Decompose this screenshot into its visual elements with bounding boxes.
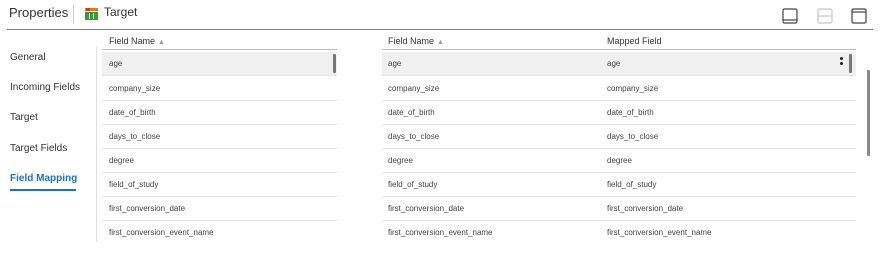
mapped-field-cell[interactable]: days_to_close: [607, 132, 658, 141]
table-row[interactable]: first_conversion_date first_conversion_d…: [382, 197, 856, 221]
header-rule: [7, 29, 873, 30]
field-name-cell: date_of_birth: [388, 108, 435, 117]
field-name-cell: first_conversion_date: [109, 204, 186, 213]
table-row[interactable]: age: [102, 52, 337, 76]
field-name-cell: days_to_close: [388, 132, 440, 141]
panel-top-icon[interactable]: [851, 8, 867, 24]
nav-item-field-mapping[interactable]: Field Mapping: [10, 173, 77, 184]
table-row[interactable]: days_to_close days_to_close: [382, 125, 856, 149]
nav-divider: [96, 47, 97, 242]
target-table-icon: [85, 8, 98, 20]
table-row[interactable]: age age: [382, 52, 856, 76]
field-name-cell: first_conversion_event_name: [109, 228, 214, 237]
field-name-cell: company_size: [109, 84, 161, 93]
right-field-col-header[interactable]: Field Name ▲: [388, 36, 444, 46]
field-name-cell: age: [388, 59, 402, 68]
field-name-cell: date_of_birth: [109, 108, 156, 117]
sort-ascending-icon: ▲: [437, 39, 444, 46]
nav-item-target[interactable]: Target: [10, 112, 38, 123]
right-header-rule: [382, 49, 856, 50]
nav-item-general[interactable]: General: [10, 52, 46, 63]
table-row[interactable]: field_of_study field_of_study: [382, 173, 856, 197]
panel-scrollbar-thumb[interactable]: [867, 70, 870, 156]
right-field-col-header-label: Field Name: [388, 36, 435, 46]
left-col-header-label: Field Name: [109, 36, 156, 46]
field-name-cell: field_of_study: [109, 180, 159, 189]
table-row[interactable]: first_conversion_event_name first_conver…: [382, 221, 856, 245]
object-name: Target: [104, 5, 138, 19]
sort-ascending-icon: ▲: [158, 39, 165, 46]
active-nav-indicator: [10, 189, 76, 191]
right-row-scrollbar-thumb[interactable]: [849, 54, 852, 73]
table-row[interactable]: first_conversion_event_name: [102, 221, 337, 245]
properties-header: Properties Target: [0, 0, 880, 30]
table-row[interactable]: field_of_study: [102, 173, 337, 197]
mapped-field-cell[interactable]: company_size: [607, 84, 658, 93]
left-header-rule: [102, 49, 337, 50]
field-name-cell: company_size: [388, 84, 440, 93]
mapped-field-cell[interactable]: first_conversion_date: [607, 204, 683, 213]
table-row[interactable]: company_size company_size: [382, 77, 856, 101]
panel-single-icon[interactable]: [782, 8, 798, 24]
field-name-cell: days_to_close: [109, 132, 161, 141]
left-col-header[interactable]: Field Name ▲: [109, 36, 165, 46]
mapped-field-cell[interactable]: first_conversion_event_name: [607, 228, 712, 237]
properties-nav: General Incoming Fields Target Target Fi…: [0, 30, 96, 256]
field-name-cell: field_of_study: [388, 180, 438, 189]
field-name-cell: degree: [388, 156, 413, 165]
header-divider: [73, 5, 74, 24]
panel-split-icon[interactable]: [817, 8, 833, 24]
table-row[interactable]: days_to_close: [102, 125, 337, 149]
field-name-cell: age: [109, 59, 123, 68]
mapped-field-cell[interactable]: age: [607, 59, 620, 68]
nav-item-incoming-fields[interactable]: Incoming Fields: [10, 82, 80, 93]
table-row[interactable]: first_conversion_date: [102, 197, 337, 221]
mapped-field-cell[interactable]: degree: [607, 156, 632, 165]
table-row[interactable]: date_of_birth date_of_birth: [382, 101, 856, 125]
mapped-field-col-header[interactable]: Mapped Field: [607, 36, 662, 46]
mapped-field-cell[interactable]: date_of_birth: [607, 108, 654, 117]
table-row[interactable]: degree degree: [382, 149, 856, 173]
table-row[interactable]: date_of_birth: [102, 101, 337, 125]
field-name-cell: first_conversion_date: [388, 204, 465, 213]
field-name-cell: degree: [109, 156, 134, 165]
nav-item-target-fields[interactable]: Target Fields: [10, 143, 67, 154]
table-row[interactable]: degree: [102, 149, 337, 173]
mapped-field-cell[interactable]: field_of_study: [607, 180, 656, 189]
table-row[interactable]: company_size: [102, 77, 337, 101]
field-name-cell: first_conversion_event_name: [388, 228, 493, 237]
kebab-menu-icon[interactable]: [840, 57, 844, 69]
left-scrollbar-thumb[interactable]: [333, 54, 336, 73]
panel-title: Properties: [9, 5, 69, 20]
